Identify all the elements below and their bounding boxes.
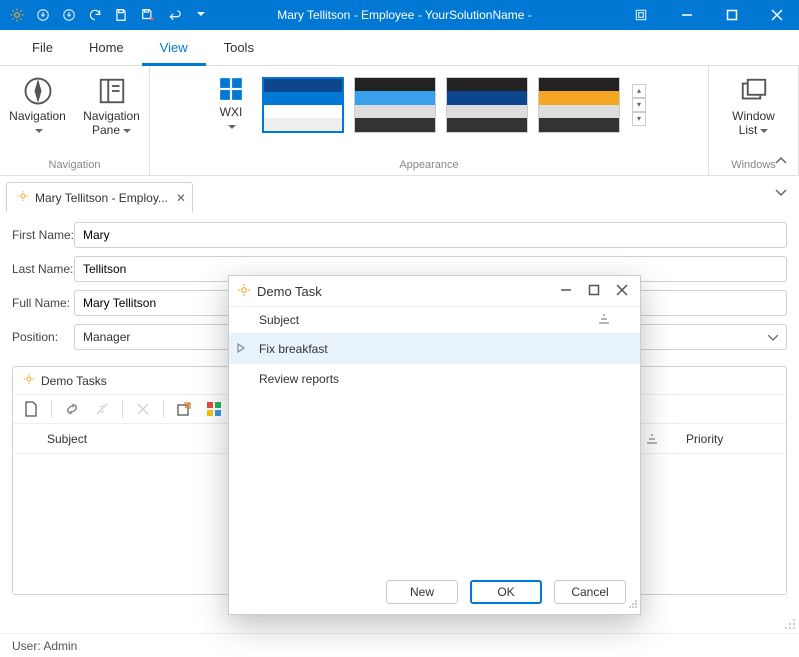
status-bar: User: Admin xyxy=(0,633,799,657)
link-icon[interactable] xyxy=(58,396,86,422)
firstname-label: First Name: xyxy=(12,228,74,242)
delete-icon xyxy=(129,396,157,422)
status-user: User: Admin xyxy=(12,639,77,653)
ribbon-group-caption: Appearance xyxy=(399,156,458,173)
dialog-minimize-icon[interactable] xyxy=(560,284,572,299)
undo-icon[interactable] xyxy=(168,8,182,22)
tabs-dropdown-icon[interactable] xyxy=(775,186,787,200)
close-button[interactable] xyxy=(754,0,799,30)
theme-spinner[interactable]: ▴ ▾ ▾ xyxy=(630,82,648,128)
quick-access-toolbar xyxy=(0,8,215,22)
dialog-close-icon[interactable] xyxy=(616,284,628,299)
theme-swatch-4[interactable] xyxy=(538,77,620,133)
ribbon-group-caption: Navigation xyxy=(49,156,101,173)
unlink-icon xyxy=(88,396,116,422)
chevron-down-icon xyxy=(768,330,778,344)
dialog-maximize-icon[interactable] xyxy=(588,284,600,299)
refresh-icon[interactable] xyxy=(88,8,102,22)
save-close-icon[interactable] xyxy=(140,8,156,22)
demo-task-dialog: Demo Task Subject Fix breakfast Review r… xyxy=(228,275,641,615)
gear-icon xyxy=(23,373,35,388)
cancel-button[interactable]: Cancel xyxy=(554,580,626,604)
grid-color-icon[interactable] xyxy=(200,396,228,422)
gear-icon[interactable] xyxy=(10,8,24,22)
firstname-field[interactable] xyxy=(74,222,787,248)
list-item[interactable]: Fix breakfast xyxy=(229,334,640,364)
ribbon-group-caption: Windows xyxy=(731,156,776,173)
save-arrow-icon2[interactable] xyxy=(62,8,76,22)
spin-more-icon[interactable]: ▾ xyxy=(632,112,646,126)
lastname-label: Last Name: xyxy=(12,262,74,276)
tab-file[interactable]: File xyxy=(14,30,71,66)
theme-swatch-3[interactable] xyxy=(446,77,528,133)
navigation-button[interactable]: Navigation xyxy=(6,72,70,142)
fullname-label: Full Name: xyxy=(12,296,74,310)
save-icon[interactable] xyxy=(114,8,128,22)
close-tab-icon[interactable]: ✕ xyxy=(176,191,186,205)
tab-tools[interactable]: Tools xyxy=(206,30,272,66)
menu-bar: File Home View Tools xyxy=(0,30,799,66)
dialog-column-header[interactable]: Subject xyxy=(229,306,640,334)
theme-swatch-2[interactable] xyxy=(354,77,436,133)
col-sort-icon[interactable] xyxy=(636,434,676,444)
spin-down-icon[interactable]: ▾ xyxy=(632,98,646,112)
navigation-pane-button[interactable]: Navigation Pane xyxy=(80,72,144,142)
wxi-button[interactable]: WXI xyxy=(210,72,252,138)
compact-icon[interactable] xyxy=(634,8,648,22)
ribbon: Navigation Navigation Pane Navigation WX… xyxy=(0,66,799,176)
open-new-icon[interactable] xyxy=(170,396,198,422)
window-title: Mary Tellitson - Employee - YourSolution… xyxy=(215,8,634,22)
document-tab[interactable]: Mary Tellitson - Employ... ✕ xyxy=(6,182,193,212)
resize-grip-icon[interactable] xyxy=(784,618,796,633)
sort-icon[interactable] xyxy=(598,313,610,327)
gear-icon xyxy=(237,283,251,300)
row-indicator-icon xyxy=(237,342,245,356)
col-priority[interactable]: Priority xyxy=(676,432,786,446)
title-bar: Mary Tellitson - Employee - YourSolution… xyxy=(0,0,799,30)
list-item[interactable]: Review reports xyxy=(229,364,640,394)
save-arrow-icon[interactable] xyxy=(36,8,50,22)
dialog-list: Fix breakfast Review reports xyxy=(229,334,640,570)
tab-view[interactable]: View xyxy=(142,30,206,66)
new-button[interactable]: New xyxy=(386,580,458,604)
dialog-resize-grip-icon[interactable] xyxy=(628,598,638,612)
dialog-title: Demo Task xyxy=(257,284,322,299)
panel-title: Demo Tasks xyxy=(41,374,107,388)
document-tab-title: Mary Tellitson - Employ... xyxy=(35,191,168,205)
document-tabs: Mary Tellitson - Employ... ✕ xyxy=(0,176,799,212)
ribbon-collapse-icon[interactable] xyxy=(775,153,787,167)
ok-button[interactable]: OK xyxy=(470,580,542,604)
position-label: Position: xyxy=(12,330,74,344)
new-doc-icon[interactable] xyxy=(17,396,45,422)
spin-up-icon[interactable]: ▴ xyxy=(632,84,646,98)
qat-dropdown-icon[interactable] xyxy=(197,12,205,18)
gear-icon xyxy=(17,190,29,205)
tab-home[interactable]: Home xyxy=(71,30,142,66)
theme-swatch-1[interactable] xyxy=(262,77,344,133)
minimize-button[interactable] xyxy=(664,0,709,30)
window-list-button[interactable]: Window List xyxy=(722,72,786,142)
maximize-button[interactable] xyxy=(709,0,754,30)
